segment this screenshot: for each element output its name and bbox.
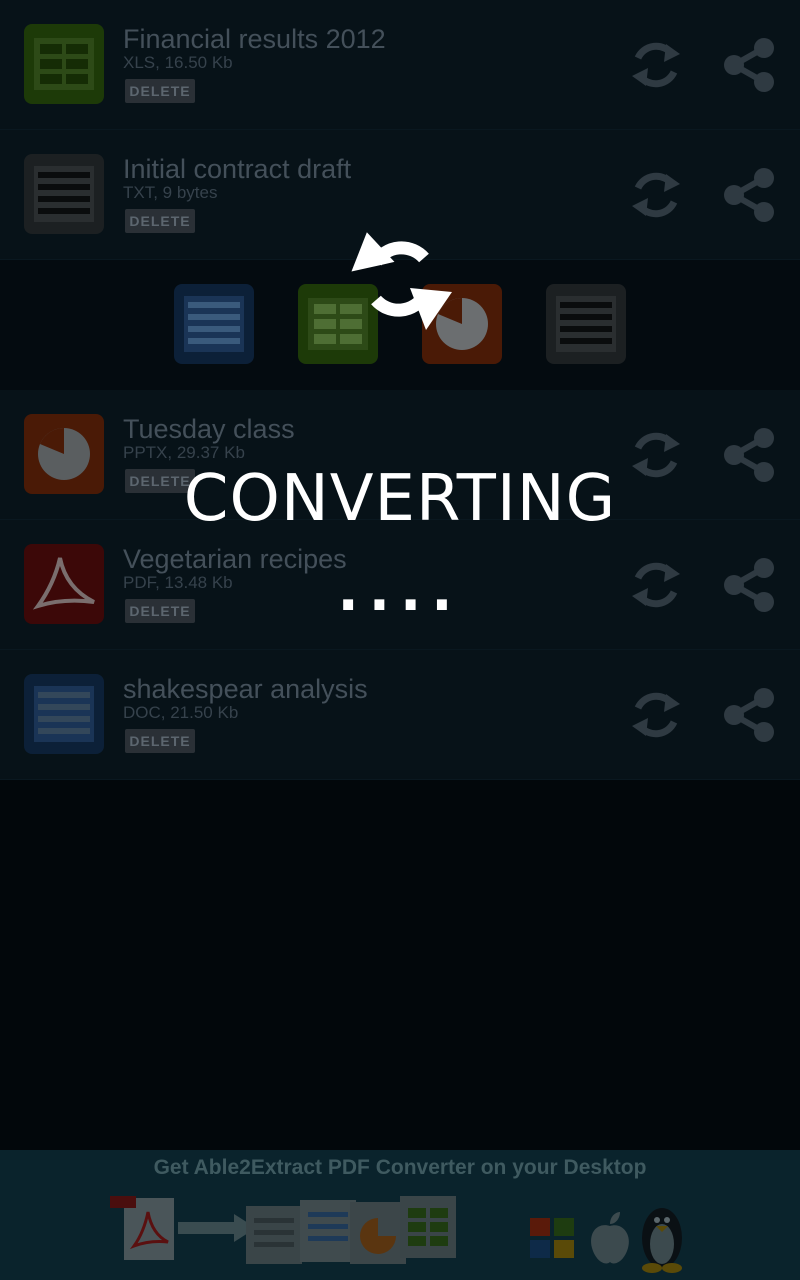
convert-icon[interactable] bbox=[626, 36, 686, 94]
file-row-shakespear-analysis[interactable]: shakespear analysis DOC, 21.50 Kb DELETE bbox=[0, 650, 800, 780]
file-row-financial-results[interactable]: Financial results 2012 XLS, 16.50 Kb DEL… bbox=[0, 0, 800, 130]
convert-to-txt-button[interactable] bbox=[546, 284, 626, 364]
file-meta: DOC, 21.50 Kb bbox=[123, 703, 239, 722]
delete-button[interactable]: DELETE bbox=[125, 599, 195, 623]
file-name: shakespear analysis bbox=[123, 674, 368, 704]
share-icon[interactable] bbox=[720, 166, 778, 224]
convert-icon[interactable] bbox=[626, 686, 686, 744]
ad-text: Get Able2Extract PDF Converter on your D… bbox=[153, 1156, 647, 1179]
word-document-icon bbox=[24, 674, 104, 754]
pdf-icon bbox=[24, 544, 104, 624]
file-name: Initial contract draft bbox=[123, 154, 352, 184]
convert-icon[interactable] bbox=[626, 556, 686, 614]
file-name: Vegetarian recipes bbox=[123, 544, 347, 574]
share-icon[interactable] bbox=[720, 36, 778, 94]
share-icon[interactable] bbox=[720, 556, 778, 614]
format-selector bbox=[0, 260, 800, 390]
delete-button[interactable]: DELETE bbox=[125, 729, 195, 753]
text-document-icon bbox=[24, 154, 104, 234]
file-row-initial-contract[interactable]: Initial contract draft TXT, 9 bytes DELE… bbox=[0, 130, 800, 260]
file-meta: PDF, 13.48 Kb bbox=[123, 573, 233, 592]
presentation-icon bbox=[24, 414, 104, 494]
file-name: Financial results 2012 bbox=[123, 24, 386, 54]
convert-to-pptx-button[interactable] bbox=[422, 284, 502, 364]
convert-icon[interactable] bbox=[626, 426, 686, 484]
delete-button[interactable]: DELETE bbox=[125, 209, 195, 233]
delete-button[interactable]: DELETE bbox=[125, 79, 195, 103]
file-row-vegetarian-recipes[interactable]: Vegetarian recipes PDF, 13.48 Kb DELETE bbox=[0, 520, 800, 650]
convert-to-xls-button[interactable] bbox=[298, 284, 378, 364]
convert-to-doc-button[interactable] bbox=[174, 284, 254, 364]
share-icon[interactable] bbox=[720, 686, 778, 744]
ad-banner[interactable]: Get Able2Extract PDF Converter on your D… bbox=[0, 1150, 800, 1280]
file-meta: XLS, 16.50 Kb bbox=[123, 53, 233, 72]
delete-button[interactable]: DELETE bbox=[125, 469, 195, 493]
file-row-tuesday-class[interactable]: Tuesday class PPTX, 29.37 Kb DELETE bbox=[0, 390, 800, 520]
ad-illustration bbox=[100, 1188, 700, 1278]
share-icon[interactable] bbox=[720, 426, 778, 484]
spreadsheet-icon bbox=[24, 24, 104, 104]
convert-icon[interactable] bbox=[626, 166, 686, 224]
file-meta: TXT, 9 bytes bbox=[123, 183, 218, 202]
file-meta: PPTX, 29.37 Kb bbox=[123, 443, 245, 462]
file-name: Tuesday class bbox=[123, 414, 295, 444]
